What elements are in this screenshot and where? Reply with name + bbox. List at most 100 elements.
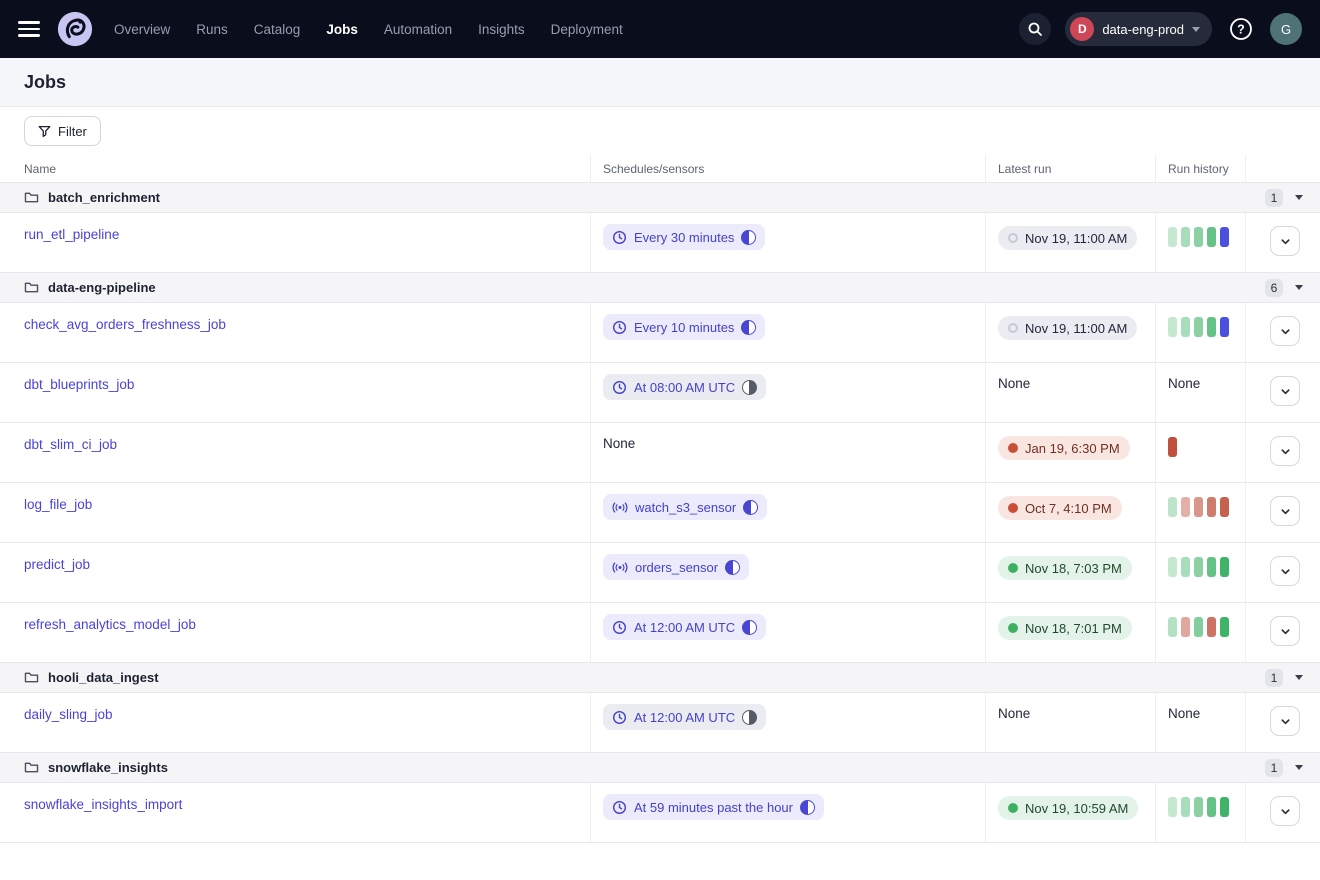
run-history-bar[interactable] [1194,227,1203,247]
top-nav: Overview Runs Catalog Jobs Automation Insight… [0,0,1320,58]
row-expand-button[interactable] [1270,316,1300,346]
run-history-bar[interactable] [1194,497,1203,517]
schedule-chip[interactable]: At 59 minutes past the hour [603,794,824,820]
run-history-bar[interactable] [1168,797,1177,817]
schedule-toggle[interactable] [800,800,815,815]
run-history-bar[interactable] [1181,227,1190,247]
search-button[interactable] [1019,13,1051,45]
sensor-chip[interactable]: orders_sensor [603,554,749,580]
schedule-chip[interactable]: At 12:00 AM UTC [603,704,766,730]
schedule-toggle[interactable] [741,320,756,335]
job-row-log_file_job: log_file_job watch_s3_sensor Oct 7, 4:10 P… [0,483,1320,543]
job-link[interactable]: dbt_blueprints_job [24,377,134,392]
run-history [1168,224,1233,247]
run-history-bar[interactable] [1181,797,1190,817]
run-history-bar[interactable] [1181,557,1190,577]
run-history [1168,434,1233,457]
run-history-bar[interactable] [1220,227,1229,247]
row-expand-button[interactable] [1270,376,1300,406]
latest-run-chip[interactable]: Oct 7, 4:10 PM [998,496,1122,520]
collapse-caret-icon[interactable] [1295,765,1303,770]
group-row-hooli_data_ingest[interactable]: hooli_data_ingest1 [0,663,1320,693]
job-link[interactable]: snowflake_insights_import [24,797,182,812]
run-history-bar[interactable] [1207,227,1216,247]
row-expand-button[interactable] [1270,436,1300,466]
latest-run-chip[interactable]: Nov 18, 7:03 PM [998,556,1132,580]
schedule-toggle[interactable] [742,380,757,395]
run-history-bar[interactable] [1220,797,1229,817]
run-history-bar[interactable] [1220,317,1229,337]
job-link[interactable]: log_file_job [24,497,92,512]
latest-run-chip[interactable]: Jan 19, 6:30 PM [998,436,1130,460]
latest-run-chip[interactable]: Nov 19, 10:59 AM [998,796,1138,820]
run-history-bar[interactable] [1220,617,1229,637]
run-history-bar[interactable] [1181,617,1190,637]
deployment-switcher[interactable]: D data-eng-prod [1065,12,1212,46]
sensor-chip[interactable]: watch_s3_sensor [603,494,767,520]
run-history-bar[interactable] [1194,557,1203,577]
run-history-bar[interactable] [1168,497,1177,517]
run-history-bar[interactable] [1168,437,1177,457]
schedule-chip[interactable]: At 12:00 AM UTC [603,614,766,640]
run-history-bar[interactable] [1207,797,1216,817]
run-history-bar[interactable] [1168,317,1177,337]
schedule-label: Every 30 minutes [634,230,734,245]
run-history-bar[interactable] [1194,617,1203,637]
row-expand-button[interactable] [1270,706,1300,736]
row-expand-button[interactable] [1270,796,1300,826]
latest-run-chip[interactable]: Nov 19, 11:00 AM [998,316,1137,340]
schedule-chip[interactable]: At 08:00 AM UTC [603,374,766,400]
job-link[interactable]: run_etl_pipeline [24,227,119,242]
run-history-bar[interactable] [1181,317,1190,337]
row-expand-button[interactable] [1270,556,1300,586]
menu-icon[interactable] [18,21,40,37]
nav-item-deployment[interactable]: Deployment [551,22,623,37]
run-history-bar[interactable] [1168,557,1177,577]
schedule-toggle[interactable] [741,230,756,245]
row-expand-button[interactable] [1270,496,1300,526]
nav-item-jobs[interactable]: Jobs [326,22,358,37]
collapse-caret-icon[interactable] [1295,195,1303,200]
collapse-caret-icon[interactable] [1295,285,1303,290]
job-link[interactable]: daily_sling_job [24,707,113,722]
dagster-logo-icon[interactable] [56,10,94,48]
nav-item-overview[interactable]: Overview [114,22,170,37]
group-row-batch_enrichment[interactable]: batch_enrichment1 [0,183,1320,213]
help-button[interactable]: ? [1226,14,1256,44]
collapse-caret-icon[interactable] [1295,675,1303,680]
sensor-toggle[interactable] [725,560,740,575]
sensor-toggle[interactable] [743,500,758,515]
run-history-bar[interactable] [1207,557,1216,577]
run-history-bar[interactable] [1207,497,1216,517]
schedule-chip[interactable]: Every 30 minutes [603,224,765,250]
run-history-bar[interactable] [1194,317,1203,337]
run-history-bar[interactable] [1207,617,1216,637]
nav-item-automation[interactable]: Automation [384,22,452,37]
schedule-chip[interactable]: Every 10 minutes [603,314,765,340]
user-avatar[interactable]: G [1270,13,1302,45]
job-link[interactable]: refresh_analytics_model_job [24,617,196,632]
run-history-bar[interactable] [1194,797,1203,817]
filter-button[interactable]: Filter [24,116,101,146]
schedule-toggle[interactable] [742,710,757,725]
job-link[interactable]: check_avg_orders_freshness_job [24,317,226,332]
run-history-bar[interactable] [1168,227,1177,247]
column-header-schedules: Schedules/sensors [590,155,985,182]
nav-item-runs[interactable]: Runs [196,22,228,37]
schedule-toggle[interactable] [742,620,757,635]
row-expand-button[interactable] [1270,616,1300,646]
run-history-bar[interactable] [1207,317,1216,337]
group-row-data-eng-pipeline[interactable]: data-eng-pipeline6 [0,273,1320,303]
job-link[interactable]: predict_job [24,557,90,572]
nav-item-catalog[interactable]: Catalog [254,22,301,37]
latest-run-chip[interactable]: Nov 18, 7:01 PM [998,616,1132,640]
nav-item-insights[interactable]: Insights [478,22,525,37]
group-row-snowflake_insights[interactable]: snowflake_insights1 [0,753,1320,783]
job-link[interactable]: dbt_slim_ci_job [24,437,117,452]
run-history-bar[interactable] [1220,497,1229,517]
row-expand-button[interactable] [1270,226,1300,256]
run-history-bar[interactable] [1168,617,1177,637]
run-history-bar[interactable] [1181,497,1190,517]
latest-run-chip[interactable]: Nov 19, 11:00 AM [998,226,1137,250]
run-history-bar[interactable] [1220,557,1229,577]
